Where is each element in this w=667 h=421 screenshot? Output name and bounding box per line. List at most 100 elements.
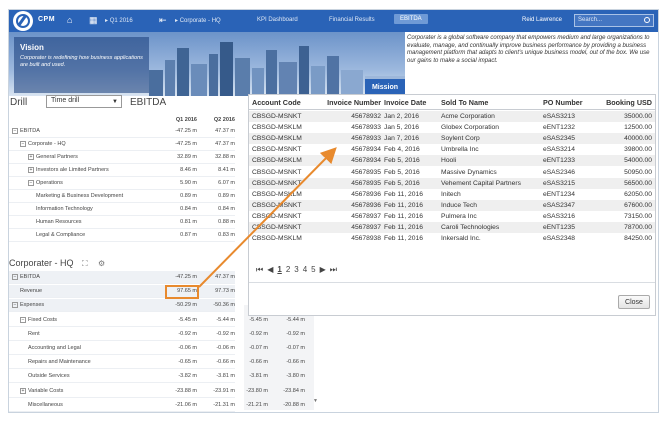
drill-type-select[interactable]: Time drill ▼	[46, 95, 122, 108]
cell-value[interactable]: -0.06 m	[165, 345, 197, 351]
cell-value[interactable]: -21.06 m	[165, 402, 197, 408]
search-input[interactable]: Search...	[574, 14, 654, 27]
grid-row[interactable]: − EBITDA -47.25 m 47.37 m	[9, 125, 235, 138]
grid-row[interactable]: Miscellaneous -21.06 m -21.31 m -21.21 m -20…	[9, 399, 305, 412]
column-header[interactable]: Sold To Name	[441, 95, 541, 110]
cell-value[interactable]: -50.36 m	[201, 302, 235, 308]
hierarchy-icon[interactable]: ⇤	[159, 15, 167, 26]
cell-value[interactable]: -5.44 m	[201, 317, 235, 323]
cell-value[interactable]: 0.89 m	[201, 193, 235, 199]
table-row[interactable]: CBSGD-MSNKT 45678936 Feb 11, 2016 Induce Te…	[249, 199, 655, 211]
table-row[interactable]: CBSGD-MSNKT 45678934 Feb 4, 2016 Umbrella I…	[249, 144, 655, 155]
table-row[interactable]: CBSGD-MSNKT 45678935 Feb 5, 2016 Massive Dy…	[249, 167, 655, 178]
collapse-icon[interactable]: −	[12, 128, 18, 134]
table-row[interactable]: CBSGD-MSNKT 45678932 Jan 2, 2016 Acme Corpo…	[249, 111, 655, 122]
expand-icon[interactable]: +	[28, 154, 34, 160]
cell-value[interactable]: -21.31 m	[201, 402, 235, 408]
cell-value[interactable]: 47.37 m	[201, 141, 235, 147]
column-header[interactable]: PO Number	[543, 95, 597, 110]
cell-value[interactable]: 47.37 m	[201, 128, 235, 134]
cell-value[interactable]: -47.25 m	[165, 128, 197, 134]
page-link[interactable]: 2	[285, 265, 291, 275]
column-header[interactable]: Invoice Number	[313, 95, 381, 110]
grid-row[interactable]: − Operations 5.90 m 6.07 m	[9, 177, 235, 190]
cell-value[interactable]: -23.91 m	[201, 388, 235, 394]
table-row[interactable]: CBSGD-MSKLM 45678933 Jan 5, 2016 Globex Cor…	[249, 122, 655, 133]
cell-value[interactable]: 32.89 m	[165, 154, 197, 160]
table-row[interactable]: CBSGD-MSNKT 45678937 Feb 11, 2016 Caroli Te…	[249, 222, 655, 233]
cell-value[interactable]: -3.81 m	[201, 373, 235, 379]
prev-page-icon[interactable]: ◀	[266, 265, 274, 275]
settings-icon[interactable]: ⚙	[98, 259, 105, 268]
corporater-logo[interactable]	[13, 11, 33, 31]
expand-icon[interactable]: +	[20, 387, 26, 394]
next-page-icon[interactable]: ▶	[319, 265, 327, 275]
cell-value[interactable]: 0.84 m	[201, 206, 235, 212]
nav-item-ebitda[interactable]: EBITDA	[394, 14, 428, 24]
nav-item-financial-results[interactable]: Financial Results	[329, 17, 375, 23]
cell-value[interactable]: 0.84 m	[165, 206, 197, 212]
cell-value[interactable]: 8.41 m	[201, 167, 235, 173]
grid-row[interactable]: Human Resources 0.81 m 0.88 m	[9, 216, 235, 229]
cell-value[interactable]: -0.06 m	[201, 345, 235, 351]
column-header[interactable]: Booking USD	[600, 95, 652, 110]
cell-value[interactable]: 97.73 m	[201, 288, 235, 294]
cell-value[interactable]: -0.92 m	[201, 331, 235, 337]
grid-row[interactable]: + Investors ale Limited Partners 8.46 m 8.4…	[9, 164, 235, 177]
cell-value[interactable]: -3.82 m	[165, 373, 197, 379]
close-button[interactable]: Close	[618, 295, 650, 309]
table-row[interactable]: CBSGD-MSKLM 45678938 Feb 11, 2016 Inkersald…	[249, 233, 655, 244]
grid-row[interactable]: − Expenses -50.29 m -50.36 m	[9, 299, 235, 313]
grid-row[interactable]: − EBITDA -47.25 m 47.37 m	[9, 271, 235, 284]
grid-row[interactable]: − Corporate - HQ -47.25 m 47.37 m	[9, 138, 235, 151]
cell-value[interactable]: 0.87 m	[165, 232, 197, 238]
expand-icon[interactable]: +	[28, 167, 34, 173]
cell-value[interactable]: 0.88 m	[201, 219, 235, 225]
grid-row[interactable]: Outside Services -3.82 m -3.81 m -3.81 m -3.…	[9, 370, 305, 384]
cell-value[interactable]: 5.90 m	[165, 180, 197, 186]
grid-row[interactable]: Marketing & Business Development 0.89 m 0.…	[9, 190, 235, 203]
grid-row[interactable]: Revenue 97.65 m 97.73 m	[9, 285, 235, 299]
last-page-icon[interactable]: ⏭	[329, 265, 338, 275]
cell-value[interactable]: -0.92 m	[165, 331, 197, 337]
grid-row[interactable]: Legal & Compliance 0.87 m 0.83 m	[9, 229, 235, 242]
home-icon[interactable]: ⌂	[67, 15, 72, 26]
expand-icon[interactable]: ⛶	[82, 259, 88, 269]
cell-value[interactable]: -5.45 m	[165, 317, 197, 323]
table-row[interactable]: CBSGD-MSKLM 45678934 Feb 5, 2016 Hooli eENT1…	[249, 155, 655, 167]
cell-value[interactable]: 47.37 m	[201, 274, 235, 280]
collapse-icon[interactable]: −	[12, 302, 18, 309]
table-row[interactable]: CBSGD-MSKLM 45678936 Feb 11, 2016 Initech eE…	[249, 189, 655, 200]
scroll-down-icon[interactable]: ▼	[313, 398, 318, 404]
cell-value[interactable]: 32.88 m	[201, 154, 235, 160]
collapse-icon[interactable]: −	[20, 141, 26, 147]
grid-row[interactable]: Accounting and Legal -0.06 m -0.06 m -0.07 …	[9, 342, 305, 355]
column-header[interactable]: Account Code	[252, 95, 312, 110]
cell-value[interactable]: 0.81 m	[165, 219, 197, 225]
table-row[interactable]: CBSGD-MSNKT 45678935 Feb 5, 2016 Vehement C…	[249, 177, 655, 189]
cell-value[interactable]: 8.46 m	[165, 167, 197, 173]
grid-row[interactable]: Information Technology 0.84 m 0.84 m	[9, 203, 235, 216]
nav-item-kpi-dashboard[interactable]: KPI Dashboard	[257, 17, 298, 23]
page-link[interactable]: 5	[310, 265, 316, 275]
collapse-icon[interactable]: −	[20, 316, 26, 323]
grid-row[interactable]: Repairs and Maintenance -0.65 m -0.66 m -0.…	[9, 356, 305, 370]
search-icon[interactable]	[644, 17, 650, 23]
cell-value[interactable]: 0.83 m	[201, 232, 235, 238]
period-selector[interactable]: ▸ Q1 2016	[105, 17, 133, 24]
first-page-icon[interactable]: ⏮	[255, 265, 264, 275]
cell-value[interactable]: 6.07 m	[201, 180, 235, 186]
cell-value[interactable]: -47.25 m	[165, 141, 197, 147]
cell-value[interactable]: -23.88 m	[165, 388, 197, 394]
collapse-icon[interactable]: −	[12, 274, 18, 280]
entity-selector[interactable]: ▸ Corporate - HQ	[175, 17, 221, 24]
table-row[interactable]: CBSGD-MSNKT 45678937 Feb 11, 2016 Pulmera I…	[249, 211, 655, 222]
page-link[interactable]: 3	[293, 265, 299, 275]
calendar-icon[interactable]: ▦	[89, 15, 98, 26]
page-link[interactable]: 1	[276, 265, 282, 275]
table-row[interactable]: CBSGD-MSKLM 45678933 Jan 7, 2016 Soylent Co…	[249, 133, 655, 145]
grid-row[interactable]: + General Partners 32.89 m 32.88 m	[9, 151, 235, 164]
cell-value[interactable]: -47.25 m	[165, 274, 197, 280]
grid-row[interactable]: + Variable Costs -23.88 m -23.91 m -23.80 m -…	[9, 385, 305, 398]
cell-value[interactable]: -50.29 m	[165, 302, 197, 308]
